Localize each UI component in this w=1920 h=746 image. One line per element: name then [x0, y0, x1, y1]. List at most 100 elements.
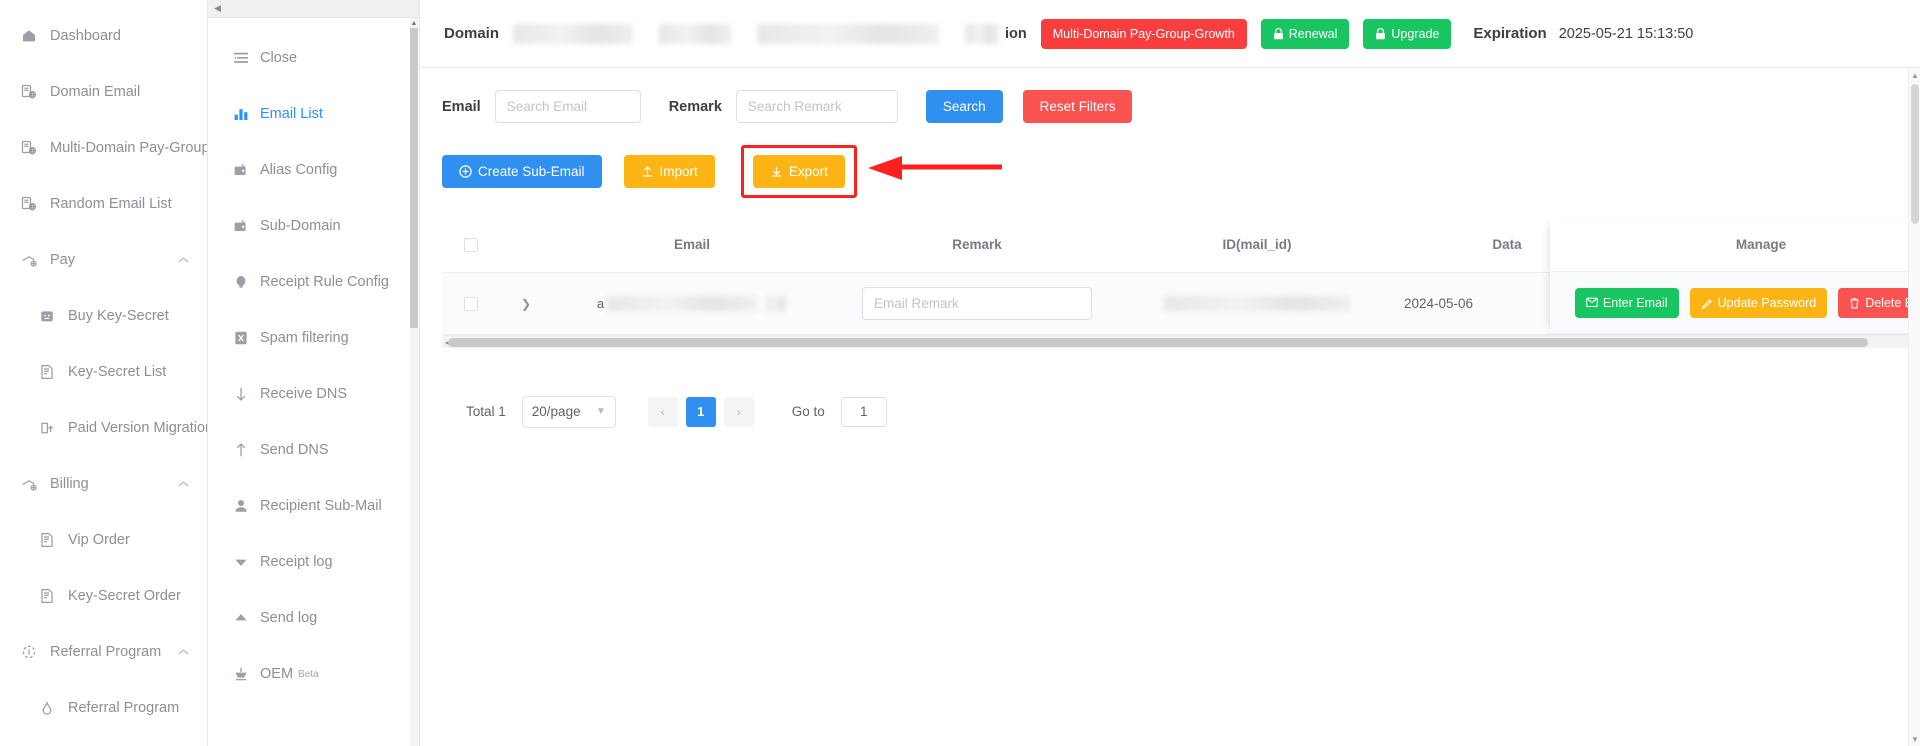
chevron-up-icon[interactable] [178, 648, 189, 656]
row-checkbox[interactable] [464, 296, 478, 311]
secondary-sidebar: ◀ Close Email List Alias Config Sub-Domain R… [208, 0, 420, 746]
manage-cell: Enter Email Update Password Delete [1550, 272, 1920, 334]
download-icon [770, 165, 783, 178]
subpane-item-label: Alias Config [260, 162, 338, 178]
domain-email-icon [20, 139, 38, 157]
hscroll-thumb[interactable] [448, 337, 1868, 347]
collapse-left-icon: ◀ [214, 3, 221, 13]
subpane-item-sub-domain[interactable]: Sub-Domain [208, 198, 419, 254]
domain-topbar: Domain ion Multi-Domain Pay-Group-Growth… [420, 0, 1920, 68]
sidebar-item-vip-order[interactable]: Vip Order [0, 512, 207, 568]
email-value-redacted [607, 295, 758, 311]
trash-icon [1849, 297, 1860, 309]
sidebar-item-label: Random Email List [50, 196, 172, 212]
reset-filters-button-label: Reset Filters [1039, 99, 1116, 114]
content-scroll-thumb[interactable] [1911, 84, 1919, 224]
subpane-item-receive-dns[interactable]: Receive DNS [208, 366, 419, 422]
enter-email-button[interactable]: Enter Email [1574, 287, 1679, 318]
export-highlight-box: Export [740, 145, 1002, 198]
upgrade-button[interactable]: Upgrade [1363, 18, 1452, 49]
row-expand-icon[interactable]: ❯ [521, 297, 531, 311]
growth-button[interactable]: Multi-Domain Pay-Group-Growth [1040, 18, 1247, 49]
sidebar-item-buy-key-secret[interactable]: Buy Key-Secret [0, 288, 207, 344]
primary-sidebar: Dashboard Domain Email Multi-Domain Pay-Gr… [0, 0, 208, 746]
filter-bar: Email Remark Search Reset Filters [442, 90, 1920, 123]
sidebar-item-referral-program[interactable]: Referral Program [0, 624, 207, 680]
page-1-button[interactable]: 1 [685, 396, 716, 427]
import-button-label: Import [659, 164, 698, 179]
arrow-up-icon [232, 442, 249, 459]
chevron-up-icon[interactable] [178, 480, 189, 488]
email-remark-input[interactable] [862, 286, 1092, 320]
subpane-item-label: Recipient Sub-Mail [260, 498, 382, 514]
chevron-up-icon[interactable] [178, 256, 189, 264]
sidebar-item-label: Key-Secret Order [68, 588, 181, 604]
subpane-item-spam-filtering[interactable]: Spam filtering [208, 310, 419, 366]
sidebar-item-key-secret-list[interactable]: Key-Secret List [0, 344, 207, 400]
subpane-list: Close Email List Alias Config Sub-Domain Rec… [208, 18, 419, 746]
subpane-item-send-dns[interactable]: Send DNS [208, 422, 419, 478]
export-button-label: Export [788, 164, 828, 179]
content-frame: Email Remark Search Reset Filters [420, 68, 1920, 746]
th-email: Email [552, 218, 832, 273]
goto-page-input[interactable] [840, 396, 887, 427]
sidebar-item-referral-program[interactable]: Referral Program [0, 680, 207, 736]
arrow-down-icon [232, 386, 249, 403]
upload-icon [641, 165, 654, 178]
sidebar-item-multi-domain-pay-group[interactable]: Multi-Domain Pay-Group [0, 120, 207, 176]
sidebar-item-domain-email[interactable]: Domain Email [0, 64, 207, 120]
plus-circle-icon [459, 165, 472, 178]
sidebar-item-referred-user-list[interactable]: Referred User List [0, 736, 207, 746]
import-button[interactable]: Import [623, 155, 715, 188]
content-scroll-down-icon[interactable]: ▼ [1909, 732, 1920, 746]
growth-button-label: Multi-Domain Pay-Group-Growth [1052, 26, 1235, 41]
doc-icon [38, 531, 56, 549]
expiration-value: 2025-05-21 15:13:50 [1558, 25, 1694, 42]
sidebar-item-dashboard[interactable]: Dashboard [0, 8, 207, 64]
create-sub-email-button[interactable]: Create Sub-Email [442, 155, 602, 188]
subpane-item-label: Receive DNS [260, 386, 348, 402]
search-button[interactable]: Search [925, 90, 1003, 123]
subpane-item-recipient-sub-mail[interactable]: Recipient Sub-Mail [208, 478, 419, 534]
action-bar: Create Sub-Email Import Export [442, 145, 1920, 198]
export-button[interactable]: Export [752, 155, 845, 188]
subpane-item-label: Receipt log [260, 554, 333, 570]
search-remark-input[interactable] [735, 90, 898, 123]
annotation-arrow-icon [867, 156, 1002, 180]
page-size-select[interactable]: 20/page ▼ [521, 395, 616, 428]
update-password-button[interactable]: Update Password [1689, 287, 1828, 318]
renewal-button[interactable]: Renewal [1260, 18, 1350, 49]
subpane-collapse-bar[interactable]: ◀ [208, 0, 419, 18]
subpane-scroll-thumb[interactable] [410, 28, 418, 328]
subpane-item-oem[interactable]: OEM Beta [208, 646, 419, 702]
wallet-icon [232, 218, 249, 235]
subpane-item-receipt-log[interactable]: Receipt log [208, 534, 419, 590]
search-email-input[interactable] [494, 90, 641, 123]
subpane-item-email-list[interactable]: Email List [208, 86, 419, 142]
subpane-item-close[interactable]: Close [208, 30, 419, 86]
subpane-item-send-log[interactable]: Send log [208, 590, 419, 646]
subpane-item-label: Receipt Rule Config [260, 274, 389, 290]
sidebar-item-pay[interactable]: Pay [0, 232, 207, 288]
th-remark: Remark [832, 218, 1122, 273]
content-scroll-up-icon[interactable]: ▲ [1909, 68, 1920, 82]
subpane-item-alias-config[interactable]: Alias Config [208, 142, 419, 198]
sidebar-item-random-email-list[interactable]: Random Email List [0, 176, 207, 232]
sidebar-item-paid-version-migration[interactable]: Paid Version Migration [0, 400, 207, 456]
scroll-up-icon[interactable]: ▲ [410, 18, 418, 28]
subpane-item-receipt-rule-config[interactable]: Receipt Rule Config [208, 254, 419, 310]
migration-icon [38, 419, 56, 437]
chevron-down-icon: ▼ [595, 406, 606, 417]
select-all-checkbox[interactable] [464, 238, 478, 253]
sidebar-item-billing[interactable]: Billing [0, 456, 207, 512]
content-scrollbar[interactable]: ▲ ▼ [1908, 68, 1920, 746]
next-page-button[interactable]: › [723, 396, 754, 427]
sidebar-item-label: Paid Version Migration [68, 420, 207, 436]
user-icon [232, 498, 249, 515]
sidebar-item-key-secret-order[interactable]: Key-Secret Order [0, 568, 207, 624]
subpane-scrollbar[interactable]: ▲ [410, 18, 418, 746]
reset-filters-button[interactable]: Reset Filters [1022, 90, 1133, 123]
table-horizontal-scrollbar[interactable]: ◀ ▶ [442, 334, 1920, 348]
prev-page-button[interactable]: ‹ [647, 396, 678, 427]
th-mail-id: ID(mail_id) [1122, 218, 1392, 273]
